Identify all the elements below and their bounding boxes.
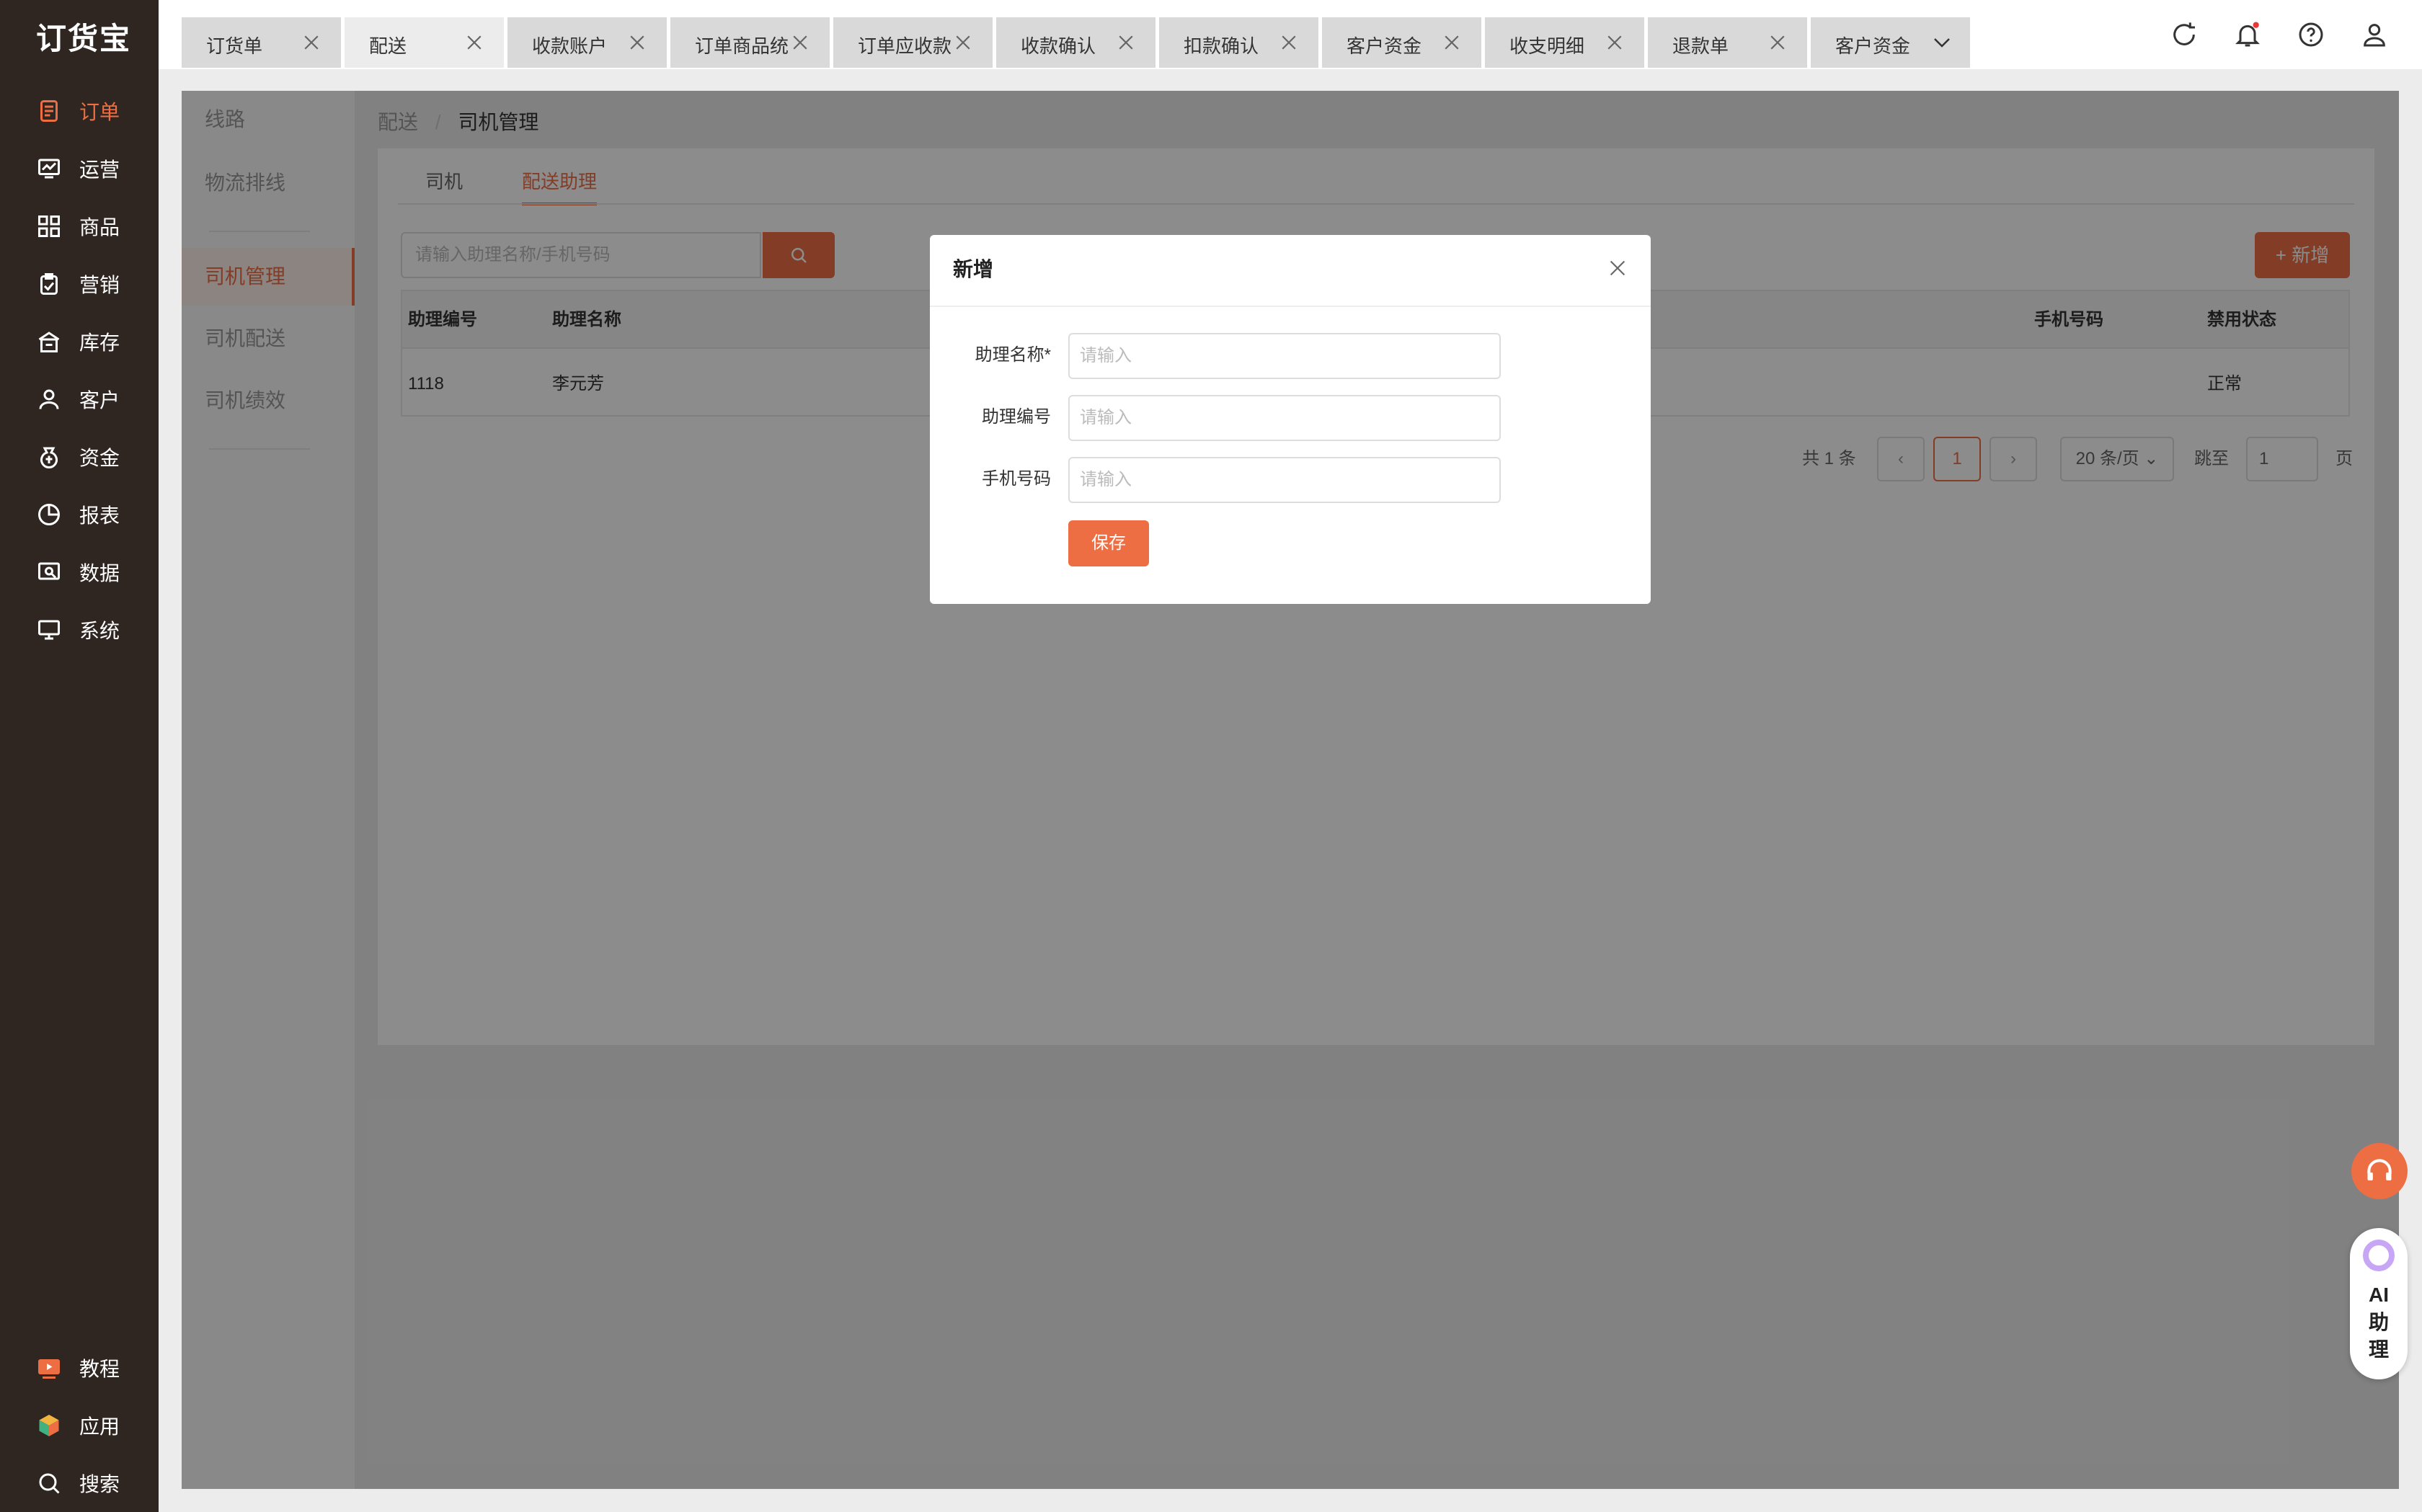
marketing-icon: [40, 273, 58, 295]
tutorial-icon: [38, 1359, 60, 1379]
user-icon[interactable]: [2360, 20, 2389, 49]
nav-item-search[interactable]: 搜索: [0, 1454, 159, 1512]
tab-delivery[interactable]: 配送: [345, 17, 505, 68]
help-icon[interactable]: [2297, 20, 2325, 49]
nav-item-label: 资金: [79, 447, 120, 469]
nav-item-system[interactable]: 系统: [0, 601, 159, 659]
customer-icon: [39, 389, 59, 409]
tab-label: 扣款确认: [1184, 35, 1259, 57]
phone-number-input[interactable]: 请输入: [1068, 457, 1501, 503]
tab-order-list[interactable]: 订货单: [182, 17, 342, 68]
nav-item-label: 应用: [79, 1415, 120, 1438]
tab-label: 收款确认: [1021, 35, 1096, 57]
nav-item-funds[interactable]: 资金: [0, 428, 159, 486]
search-icon: [39, 1473, 60, 1494]
operations-icon: [38, 159, 60, 179]
tab-label: 收支明细: [1509, 35, 1585, 57]
tab-bar: 订货单 配送 收款账户 订单商品统 订单应收款 收款确认 扣款确认 客户资金 收…: [159, 0, 2422, 69]
dialog-title: 新增: [953, 258, 994, 280]
nav-item-tutorial[interactable]: 教程: [0, 1339, 159, 1397]
ai-assistant-button[interactable]: AI助理: [2350, 1228, 2408, 1379]
nav-item-customers[interactable]: 客户: [0, 370, 159, 428]
tab-payment-confirm[interactable]: 收款确认: [996, 17, 1157, 68]
monitor-icon: [38, 620, 60, 640]
tab-label: 订单应收款: [858, 35, 952, 57]
tab-label: 客户资金: [1347, 35, 1422, 57]
tab-label: 收款账户: [532, 35, 608, 57]
ai-orb-icon: [2363, 1240, 2395, 1271]
nav-item-label: 报表: [79, 504, 120, 527]
nav-item-label: 订单: [79, 101, 120, 123]
nav-item-products[interactable]: 商品: [0, 197, 159, 255]
close-icon[interactable]: [626, 32, 648, 53]
tab-customer-funds[interactable]: 客户资金: [1322, 17, 1483, 68]
nav-item-orders[interactable]: 订单: [0, 82, 159, 140]
refresh-icon[interactable]: [2170, 20, 2199, 49]
nav-item-label: 教程: [79, 1358, 120, 1380]
phone-number-label: 手机号码: [982, 469, 1051, 489]
nav-item-reports[interactable]: 报表: [0, 486, 159, 543]
nav-item-label: 运营: [79, 159, 120, 181]
nav-item-inventory[interactable]: 库存: [0, 313, 159, 370]
close-icon[interactable]: [301, 32, 322, 53]
apps-cube-icon: [39, 1415, 59, 1436]
nav-item-label: 数据: [79, 562, 120, 584]
ai-assistant-text: AI助理: [2368, 1284, 2389, 1361]
left-navigation: 订货宝 订单 运营 商品 营销 库存 客户 资金 报表 数据 系统 教程 应用 …: [0, 0, 159, 1512]
tab-refund[interactable]: 退款单: [1648, 17, 1809, 68]
nav-item-label: 商品: [79, 216, 120, 239]
order-icon: [40, 100, 58, 122]
dialog-divider: [930, 306, 1651, 307]
close-icon[interactable]: [789, 32, 811, 53]
nav-item-operations[interactable]: 运营: [0, 140, 159, 197]
bell-icon[interactable]: [2233, 20, 2262, 49]
data-icon: [38, 562, 60, 580]
nav-item-data[interactable]: 数据: [0, 543, 159, 601]
close-icon[interactable]: [1606, 257, 1629, 280]
close-icon[interactable]: [1441, 32, 1463, 53]
nav-item-label: 库存: [79, 332, 120, 354]
close-icon[interactable]: [952, 32, 974, 53]
nav-item-label: 系统: [79, 620, 120, 642]
ai-assistant-label: AI助理: [2350, 1281, 2408, 1364]
close-icon[interactable]: [1767, 32, 1788, 53]
tab-deduction-confirm[interactable]: 扣款确认: [1159, 17, 1320, 68]
close-icon[interactable]: [1278, 32, 1300, 53]
pie-chart-icon: [38, 504, 60, 525]
tab-customer-funds-2[interactable]: 客户资金: [1811, 17, 1971, 68]
close-icon[interactable]: [463, 32, 485, 53]
customer-service-button[interactable]: [2351, 1143, 2408, 1199]
assistant-name-input[interactable]: 请输入: [1068, 333, 1501, 379]
warehouse-icon: [38, 332, 60, 352]
tab-label: 订单商品统: [695, 35, 789, 57]
tab-order-product-stats[interactable]: 订单商品统: [670, 17, 831, 68]
tab-order-receivable[interactable]: 订单应收款: [833, 17, 994, 68]
assistant-number-input[interactable]: 请输入: [1068, 395, 1501, 441]
tab-label: 订货单: [206, 35, 263, 57]
money-bag-icon: [40, 447, 58, 468]
add-assistant-dialog: 新增 助理名称* 请输入 助理编号 请输入 手机号码 请输入 保存: [930, 235, 1651, 604]
close-icon[interactable]: [1115, 32, 1137, 53]
tab-income-expense-detail[interactable]: 收支明细: [1485, 17, 1646, 68]
save-button[interactable]: 保存: [1068, 520, 1149, 566]
tab-receiving-account[interactable]: 收款账户: [507, 17, 668, 68]
products-icon: [38, 215, 60, 237]
tab-label: 客户资金: [1835, 35, 1911, 57]
tab-label: 退款单: [1672, 35, 1729, 57]
nav-item-label: 营销: [79, 274, 120, 296]
close-icon[interactable]: [1604, 32, 1625, 53]
tab-label: 配送: [369, 35, 407, 57]
app-logo: 订货宝: [36, 21, 132, 56]
nav-item-apps[interactable]: 应用: [0, 1397, 159, 1454]
nav-item-marketing[interactable]: 营销: [0, 255, 159, 313]
nav-item-label: 客户: [79, 389, 120, 412]
nav-item-label: 搜索: [79, 1473, 120, 1495]
assistant-number-label: 助理编号: [982, 407, 1051, 427]
headset-icon: [2367, 1159, 2392, 1180]
assistant-name-label: 助理名称*: [975, 345, 1051, 365]
chevron-down-icon[interactable]: [1931, 32, 1953, 53]
